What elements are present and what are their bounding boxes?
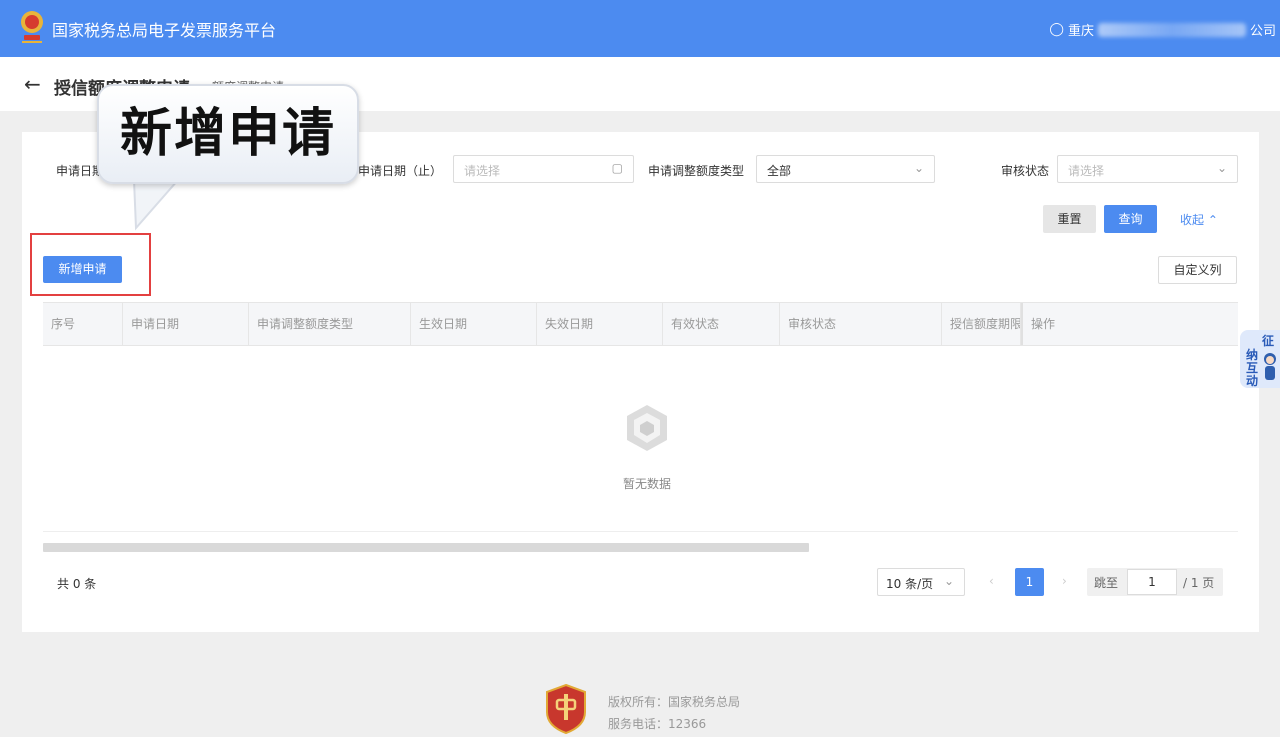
collapse-toggle[interactable]: 收起 ⌃ bbox=[1180, 211, 1218, 228]
quota-type-label: 申请调整额度类型 bbox=[648, 164, 745, 178]
calendar-icon: ▢ bbox=[611, 161, 623, 175]
next-page-icon[interactable]: › bbox=[1062, 574, 1067, 588]
query-button[interactable]: 查询 bbox=[1104, 205, 1157, 233]
page-total-label: / 1 页 bbox=[1183, 576, 1215, 590]
interaction-assistant-widget[interactable]: 征 纳 互 动 bbox=[1240, 330, 1280, 388]
page-jumper: 跳至 1 / 1 页 bbox=[1087, 568, 1223, 596]
custom-columns-button[interactable]: 自定义列 bbox=[1158, 256, 1237, 284]
chevron-up-icon: ⌃ bbox=[1207, 213, 1218, 227]
jump-label: 跳至 bbox=[1094, 576, 1119, 590]
user-name-redacted bbox=[1097, 22, 1246, 37]
copyright-text: 版权所有：国家税务总局 bbox=[608, 695, 741, 709]
empty-state-text: 暂无数据 bbox=[623, 477, 672, 491]
table-header: 序号 申请日期 申请调整额度类型 生效日期 失效日期 有效状态 审核状态 授信额… bbox=[43, 302, 1238, 346]
side-widget-char: 征 bbox=[1262, 334, 1275, 348]
date-end-placeholder: 请选择 bbox=[464, 164, 501, 178]
reset-button[interactable]: 重置 bbox=[1043, 205, 1096, 233]
jump-page-input[interactable]: 1 bbox=[1127, 569, 1177, 595]
page-size-select[interactable]: 10 条/页 ⌄ bbox=[877, 568, 965, 596]
party-government-logo bbox=[546, 684, 586, 734]
column-header: 生效日期 bbox=[411, 303, 537, 345]
date-end-picker[interactable]: 请选择 ▢ bbox=[453, 155, 634, 183]
assistant-avatar-icon bbox=[1264, 353, 1276, 380]
review-status-label: 审核状态 bbox=[1001, 164, 1050, 178]
user-name-prefix: 重庆 bbox=[1067, 24, 1094, 39]
top-bar: 国家税务总局电子发票服务平台 ◯ 重庆 公司 bbox=[0, 0, 1280, 57]
quota-type-select[interactable]: 全部 ⌄ bbox=[756, 155, 935, 183]
column-header: 申请调整额度类型 bbox=[249, 303, 411, 345]
column-header: 审核状态 bbox=[780, 303, 942, 345]
callout-pointer bbox=[132, 176, 181, 231]
user-icon: ◯ bbox=[1049, 22, 1064, 37]
chevron-down-icon: ⌄ bbox=[943, 574, 954, 588]
user-name-suffix: 公司 bbox=[1249, 24, 1276, 39]
user-menu[interactable]: ◯ 重庆 公司 bbox=[1049, 20, 1276, 39]
highlight-box bbox=[30, 233, 151, 296]
tax-emblem-icon bbox=[21, 11, 43, 43]
app-title: 国家税务总局电子发票服务平台 bbox=[52, 21, 277, 40]
review-status-select[interactable]: 请选择 ⌄ bbox=[1057, 155, 1238, 183]
back-arrow-icon[interactable]: ← bbox=[24, 74, 41, 94]
quota-type-value: 全部 bbox=[767, 164, 792, 178]
date-end-label: 申请日期（止） bbox=[358, 164, 443, 178]
total-count: 共 0 条 bbox=[57, 577, 97, 591]
page-size-value: 10 条/页 bbox=[886, 577, 934, 591]
service-phone-text: 服务电话：12366 bbox=[608, 717, 707, 731]
page-button-current[interactable]: 1 bbox=[1015, 568, 1044, 596]
empty-box-icon bbox=[627, 405, 667, 451]
chevron-down-icon: ⌄ bbox=[1216, 161, 1227, 175]
callout-bubble: 新增申请 bbox=[97, 84, 359, 184]
column-header: 申请日期 bbox=[123, 303, 249, 345]
prev-page-icon[interactable]: ‹ bbox=[989, 574, 994, 588]
review-status-placeholder: 请选择 bbox=[1068, 164, 1105, 178]
side-widget-char: 动 bbox=[1246, 374, 1259, 388]
column-header: 失效日期 bbox=[537, 303, 663, 345]
chevron-down-icon: ⌄ bbox=[913, 161, 924, 175]
collapse-label: 收起 bbox=[1180, 213, 1205, 227]
column-header: 授信额度期限 bbox=[942, 303, 1021, 345]
column-header: 序号 bbox=[43, 303, 123, 345]
table-bottom-divider bbox=[43, 531, 1238, 532]
horizontal-scrollbar[interactable] bbox=[43, 543, 809, 552]
column-header: 有效状态 bbox=[663, 303, 780, 345]
column-header: 操作 bbox=[1021, 303, 1238, 345]
